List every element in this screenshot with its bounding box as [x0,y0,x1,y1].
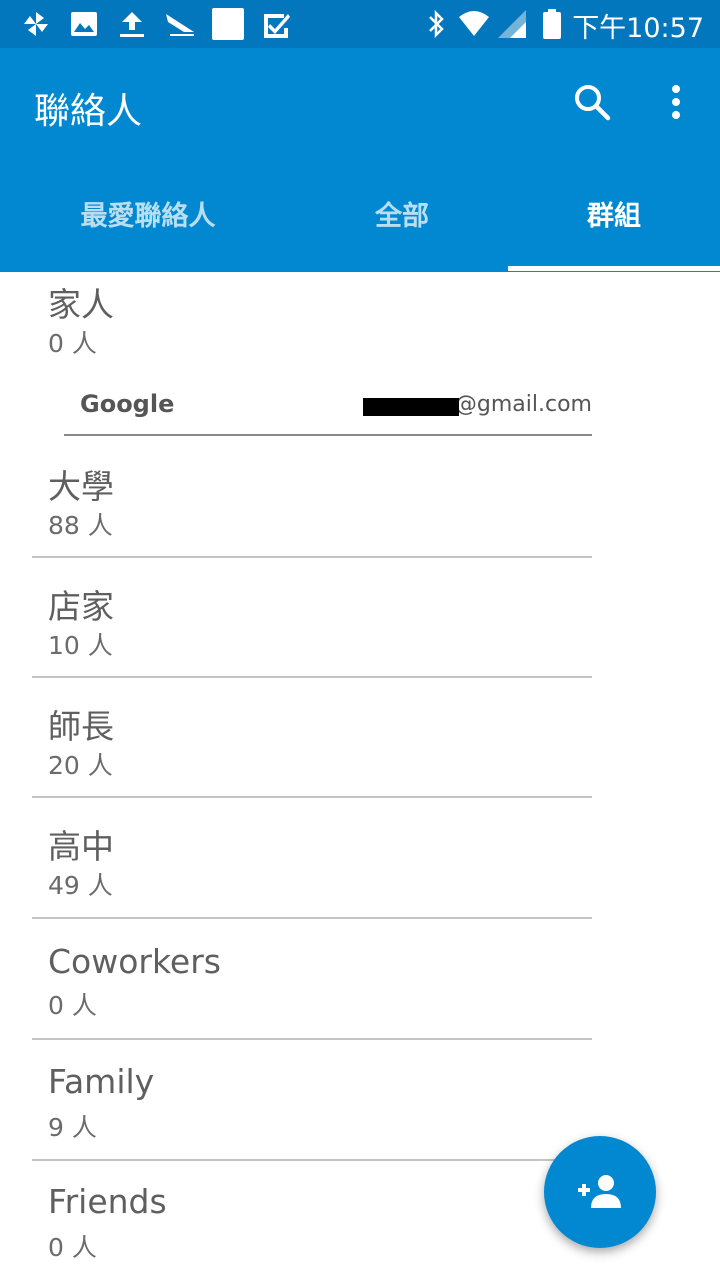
search-icon[interactable] [572,82,612,122]
group-count: 49 人 [48,871,113,900]
more-vert-icon[interactable] [656,82,696,122]
bluetooth-icon [429,9,444,39]
divider [32,1159,592,1161]
group-name: 大學 [48,467,114,506]
upload-icon [120,12,144,37]
active-tab-indicator [508,266,720,271]
add-person-icon [578,1175,621,1208]
account-header: Google @gmail.com [64,378,592,436]
divider [32,676,592,678]
app-bar: 聯絡人 最愛聯絡人 全部 群組 [0,48,720,272]
page-title: 聯絡人 [34,91,143,132]
group-count: 0 人 [48,329,97,358]
group-name: 師長 [48,707,114,746]
status-time: 下午10:57 [572,13,704,44]
status-bar: 下午10:57 [0,0,720,48]
divider [32,556,592,558]
group-name: Family [48,1062,155,1101]
group-count: 9 人 [48,1113,97,1142]
tab-favorites[interactable]: 最愛聯絡人 [28,192,268,272]
account-email-domain: @gmail.com [454,392,592,417]
add-group-button[interactable] [544,1136,656,1248]
group-count: 88 人 [48,511,113,540]
checkbox-icon [264,14,290,38]
group-name: 高中 [48,827,114,866]
divider [32,796,592,798]
divider [32,917,592,919]
image-icon [71,12,97,36]
divider [32,1038,592,1040]
group-name: 店家 [48,587,114,626]
tab-bar: 最愛聯絡人 全部 群組 [0,192,720,272]
plane-icon [166,14,194,36]
pinwheel-icon [24,12,48,36]
group-name: Friends [48,1182,167,1221]
account-email: @gmail.com [362,392,592,417]
battery-icon [543,9,561,39]
wifi-icon [459,11,489,36]
group-count: 20 人 [48,751,113,780]
groups-list[interactable]: 家人 0 人 Google @gmail.com 大學 88 人 店家 10 人… [0,272,720,1280]
blank-square-icon [212,8,244,40]
signal-icon [498,10,526,38]
account-type: Google [80,390,175,418]
tab-all[interactable]: 全部 [282,192,522,272]
group-name: 家人 [48,285,114,324]
divider [64,434,592,436]
tab-groups[interactable]: 群組 [508,192,720,272]
group-name: Coworkers [48,942,221,981]
group-count: 0 人 [48,991,97,1020]
group-count: 0 人 [48,1233,97,1262]
group-count: 10 人 [48,631,113,660]
redaction-bar [362,398,459,416]
